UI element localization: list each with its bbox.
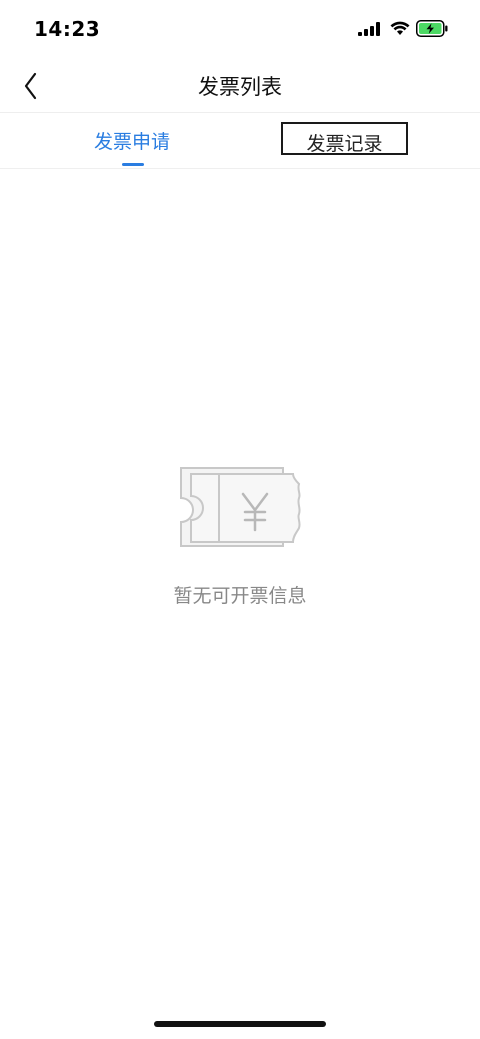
battery-charging-icon: [416, 20, 448, 37]
nav-bar: 发票列表: [0, 60, 480, 113]
home-indicator[interactable]: [154, 1021, 326, 1027]
tab-bar: 发票申请 发票记录: [0, 113, 480, 169]
page-title: 发票列表: [198, 75, 282, 99]
active-tab-indicator: [122, 163, 144, 166]
tab-label: 发票申请: [93, 131, 170, 153]
tab-invoice-apply[interactable]: 发票申请: [12, 113, 252, 168]
tab-invoice-records[interactable]: 发票记录: [228, 113, 468, 168]
tab-label: 发票记录: [306, 133, 383, 155]
status-bar: 14:23: [0, 0, 480, 60]
signal-icon: [358, 22, 380, 36]
wifi-icon: [390, 21, 410, 35]
invoice-list-screen: 14:23 发票列表 发票申请 发票记录 暂无可开票信息: [0, 0, 480, 1039]
ticket-yen-icon: [180, 467, 301, 547]
tab-highlight-box: 发票记录: [281, 122, 408, 155]
status-time: 14:23: [34, 17, 101, 41]
empty-message: 暂无可开票信息: [173, 585, 307, 607]
